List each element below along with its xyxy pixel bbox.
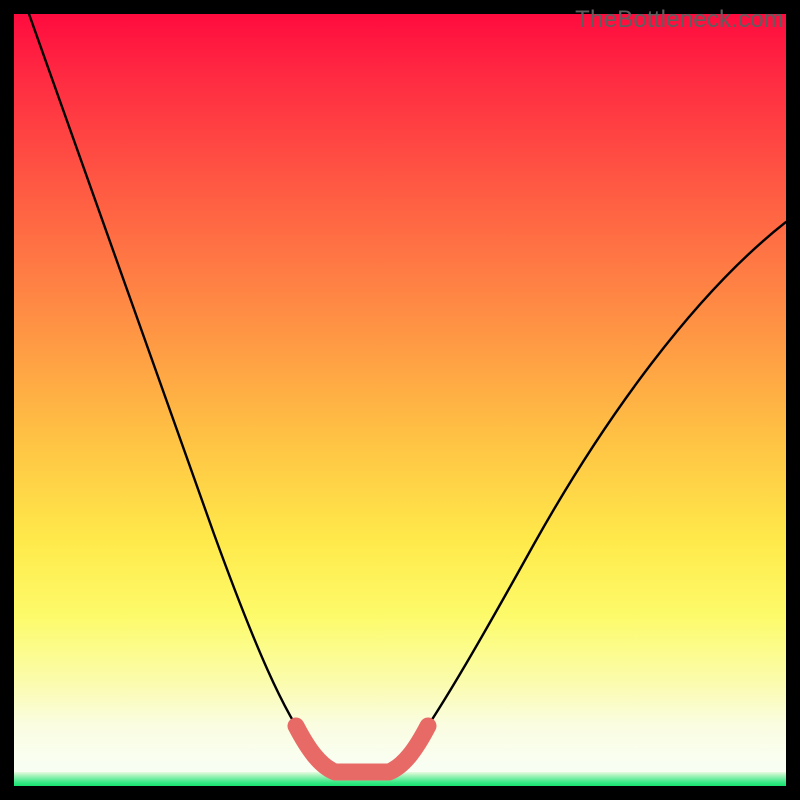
chart-svg	[14, 14, 786, 786]
valley-highlight	[296, 726, 428, 772]
watermark-text: TheBottleneck.com	[575, 6, 784, 34]
chart-frame: TheBottleneck.com	[0, 0, 800, 800]
bottleneck-curve	[29, 14, 786, 772]
